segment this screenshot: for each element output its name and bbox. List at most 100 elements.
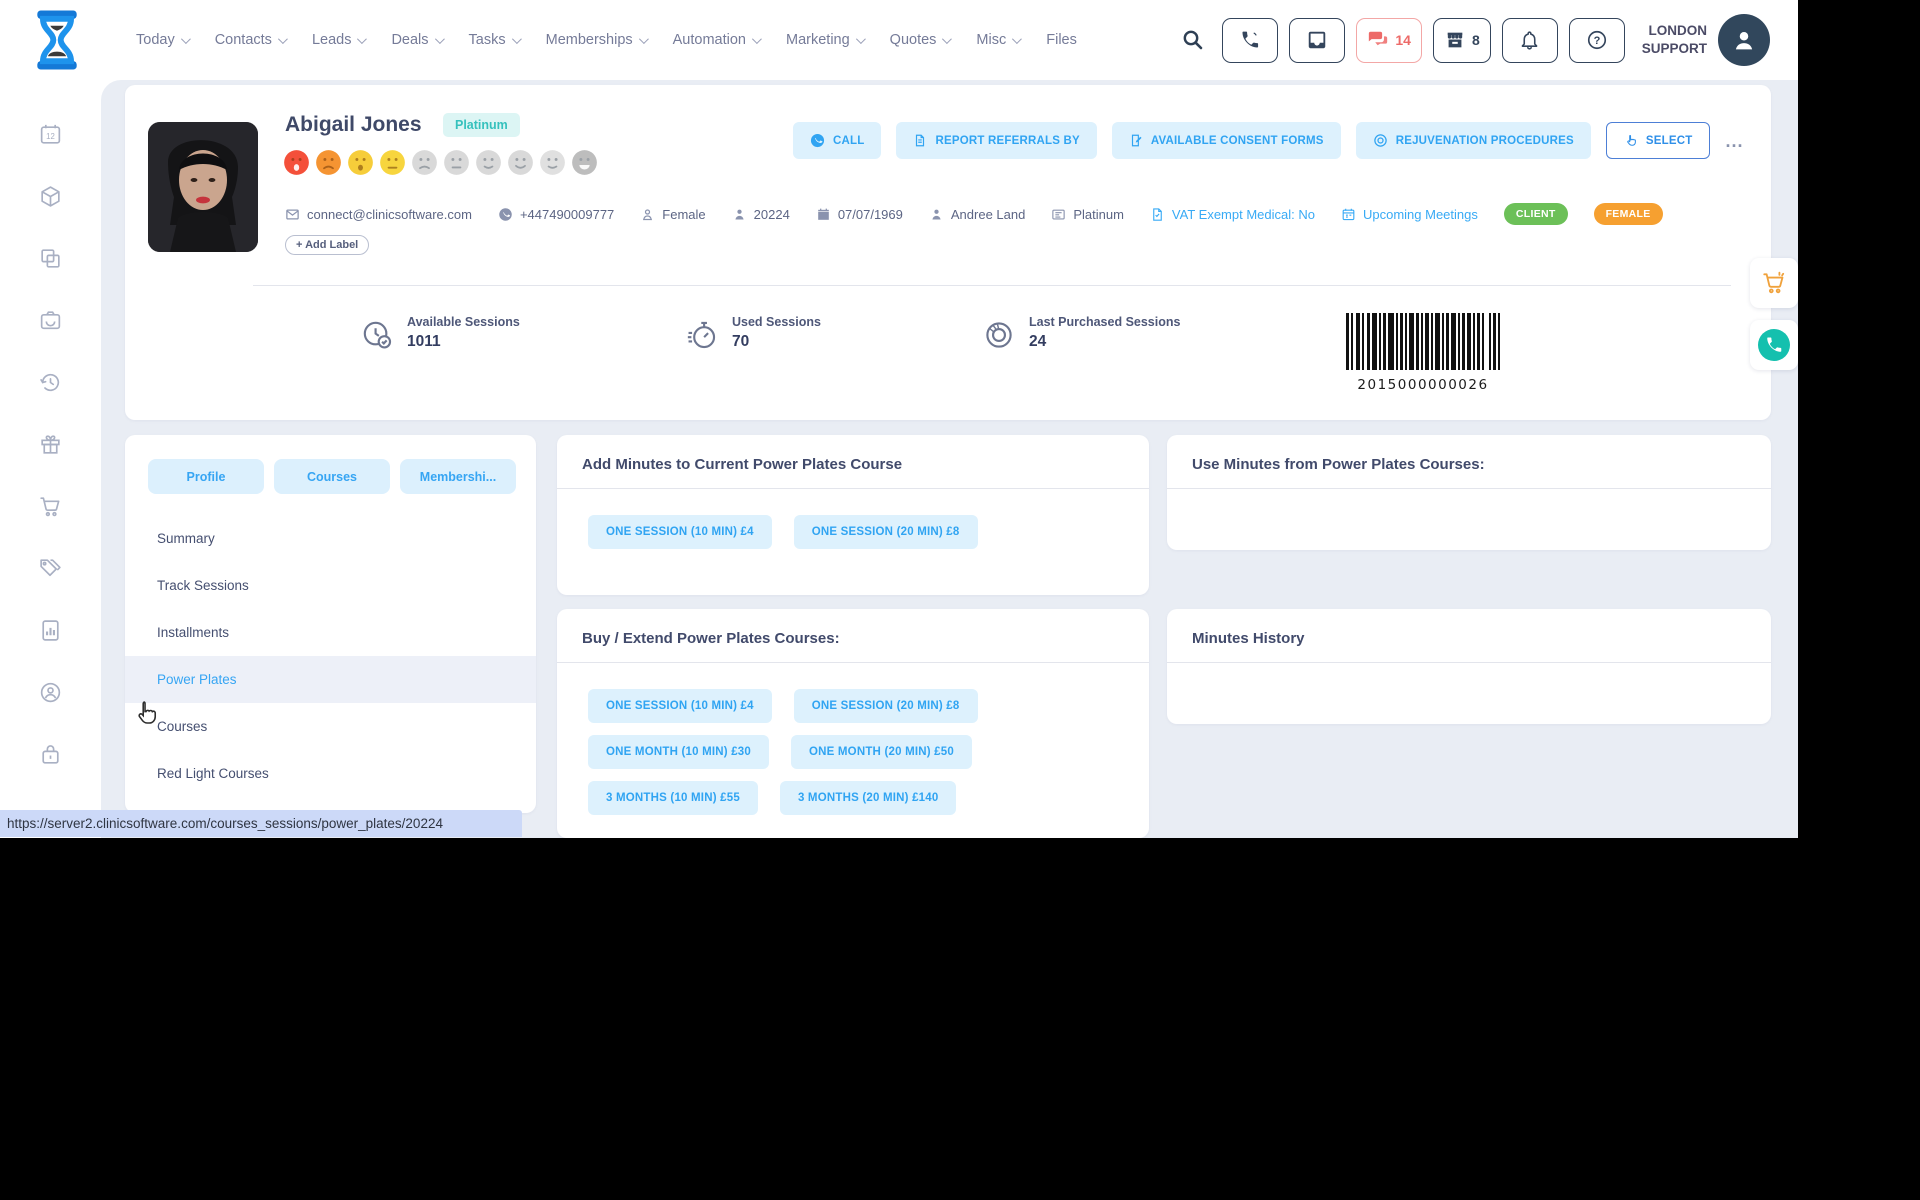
- upcoming-meetings-link[interactable]: Upcoming Meetings: [1341, 207, 1478, 222]
- profile-menu-card: Profile Courses Membershi... Summary Tra…: [125, 435, 536, 813]
- top-right-toolbar: 14 8 ? LONDON SUPPORT: [1181, 0, 1770, 80]
- add-label-button[interactable]: + Add Label: [285, 235, 369, 255]
- inbox-icon: [1306, 29, 1328, 51]
- tab-courses[interactable]: Courses: [274, 459, 390, 494]
- nav-deals[interactable]: Deals: [391, 32, 441, 48]
- main-content: Abigail Jones Platinum connect@clinicsof…: [101, 80, 1798, 838]
- store-button[interactable]: 8: [1433, 18, 1491, 63]
- cart-icon[interactable]: [38, 494, 63, 519]
- chevron-down-icon: [181, 34, 191, 44]
- notifications-button[interactable]: [1502, 18, 1558, 63]
- panel-title: Add Minutes to Current Power Plates Cour…: [557, 435, 1149, 489]
- call-button[interactable]: CALL: [793, 122, 881, 159]
- store-icon: [1444, 29, 1466, 51]
- report-referrals-button[interactable]: REPORT REFERRALS BY: [896, 122, 1096, 159]
- user-avatar[interactable]: [1718, 14, 1770, 66]
- client-photo[interactable]: [148, 122, 258, 252]
- menu-track-sessions[interactable]: Track Sessions: [125, 562, 536, 609]
- icon-sidebar: 12: [0, 80, 101, 838]
- add-one-session-20-button[interactable]: ONE SESSION (20 MIN) £8: [794, 515, 978, 549]
- chat-button[interactable]: 14: [1356, 18, 1422, 63]
- phone-item[interactable]: +447490009777: [498, 207, 614, 222]
- nav-tasks[interactable]: Tasks: [469, 32, 519, 48]
- mood-8-icon[interactable]: [507, 149, 534, 176]
- help-button[interactable]: ?: [1569, 18, 1625, 63]
- whatsapp-icon: [1758, 329, 1790, 361]
- stat-last-purchased: Last Purchased Sessions 24: [982, 315, 1180, 352]
- profile-tabs: Profile Courses Membershi...: [148, 459, 516, 494]
- nav-memberships[interactable]: Memberships: [546, 32, 646, 48]
- menu-red-light-courses[interactable]: Red Light Courses: [125, 750, 536, 797]
- inbox-button[interactable]: [1289, 18, 1345, 63]
- owner-item: Andree Land: [929, 207, 1025, 222]
- buy-3-months-20-button[interactable]: 3 MONTHS (20 MIN) £140: [780, 781, 957, 815]
- menu-summary[interactable]: Summary: [125, 515, 536, 562]
- floating-whatsapp-button[interactable]: [1750, 320, 1798, 370]
- nav-automation[interactable]: Automation: [673, 32, 759, 48]
- buy-one-session-10-button[interactable]: ONE SESSION (10 MIN) £4: [588, 689, 772, 723]
- top-bar: Today Contacts Leads Deals Tasks Members…: [0, 0, 1798, 80]
- mood-5-icon[interactable]: [411, 149, 438, 176]
- svg-text:12: 12: [46, 132, 55, 141]
- nav-today[interactable]: Today: [136, 32, 188, 48]
- calendar-icon[interactable]: 12: [38, 122, 63, 147]
- gift-icon[interactable]: [38, 432, 63, 457]
- mood-7-icon[interactable]: [475, 149, 502, 176]
- report-chart-icon[interactable]: [38, 618, 63, 643]
- vat-exempt-link[interactable]: VAT Exempt Medical: No: [1150, 207, 1315, 222]
- mood-10-icon[interactable]: [571, 149, 598, 176]
- camera-icon[interactable]: [38, 308, 63, 333]
- buy-one-session-20-button[interactable]: ONE SESSION (20 MIN) £8: [794, 689, 978, 723]
- nav-files[interactable]: Files: [1046, 32, 1077, 48]
- main-nav: Today Contacts Leads Deals Tasks Members…: [136, 0, 1077, 80]
- use-minutes-panel: Use Minutes from Power Plates Courses:: [1167, 435, 1771, 550]
- menu-installments[interactable]: Installments: [125, 609, 536, 656]
- menu-power-plates[interactable]: Power Plates: [125, 656, 536, 703]
- floating-cart-button[interactable]: [1750, 258, 1798, 308]
- person-outline-icon: [640, 207, 655, 222]
- mood-4-icon[interactable]: [379, 149, 406, 176]
- nav-leads[interactable]: Leads: [312, 32, 365, 48]
- account-name: LONDON SUPPORT: [1642, 22, 1707, 58]
- mood-rating-row: [283, 149, 598, 176]
- person-icon: [732, 207, 747, 222]
- history-icon[interactable]: [38, 370, 63, 395]
- clinicsoftware-logo-icon[interactable]: [26, 8, 88, 72]
- menu-courses[interactable]: Courses: [125, 703, 536, 750]
- briefcase-lock-icon[interactable]: [38, 742, 63, 767]
- buy-one-month-20-button[interactable]: ONE MONTH (20 MIN) £50: [791, 735, 972, 769]
- email-item[interactable]: connect@clinicsoftware.com: [285, 207, 472, 222]
- status-url-bar: https://server2.clinicsoftware.com/cours…: [0, 810, 522, 837]
- consent-forms-button[interactable]: AVAILABLE CONSENT FORMS: [1112, 122, 1341, 159]
- more-actions-button[interactable]: ...: [1725, 136, 1743, 146]
- profile-actions: CALL REPORT REFERRALS BY AVAILABLE CONSE…: [793, 122, 1743, 159]
- tab-profile[interactable]: Profile: [148, 459, 264, 494]
- buy-one-month-10-button[interactable]: ONE MONTH (10 MIN) £30: [588, 735, 769, 769]
- nav-contacts[interactable]: Contacts: [215, 32, 285, 48]
- nav-misc[interactable]: Misc: [976, 32, 1019, 48]
- tab-memberships[interactable]: Membershi...: [400, 459, 516, 494]
- rejuvenation-button[interactable]: REJUVENATION PROCEDURES: [1356, 122, 1591, 159]
- cart-icon: [1761, 270, 1787, 296]
- mood-2-icon[interactable]: [315, 149, 342, 176]
- buy-3-months-10-button[interactable]: 3 MONTHS (10 MIN) £55: [588, 781, 758, 815]
- add-one-session-10-button[interactable]: ONE SESSION (10 MIN) £4: [588, 515, 772, 549]
- price-tags-icon[interactable]: [38, 556, 63, 581]
- package-icon[interactable]: [38, 184, 63, 209]
- membership-item: Platinum: [1051, 207, 1124, 222]
- user-history-icon[interactable]: [38, 680, 63, 705]
- dialer-button[interactable]: [1222, 18, 1278, 63]
- mood-3-icon[interactable]: [347, 149, 374, 176]
- nav-quotes[interactable]: Quotes: [890, 32, 950, 48]
- mood-9-icon[interactable]: [539, 149, 566, 176]
- mood-1-icon[interactable]: [283, 149, 310, 176]
- select-button[interactable]: SELECT: [1606, 122, 1711, 159]
- phone-icon: [498, 207, 513, 222]
- search-icon[interactable]: [1181, 28, 1205, 52]
- cursor-pointer-icon: [131, 697, 161, 731]
- panel-title: Use Minutes from Power Plates Courses:: [1167, 435, 1771, 489]
- nav-marketing[interactable]: Marketing: [786, 32, 863, 48]
- copy-icon[interactable]: [38, 246, 63, 271]
- client-status-badge: CLIENT: [1504, 203, 1568, 225]
- mood-6-icon[interactable]: [443, 149, 470, 176]
